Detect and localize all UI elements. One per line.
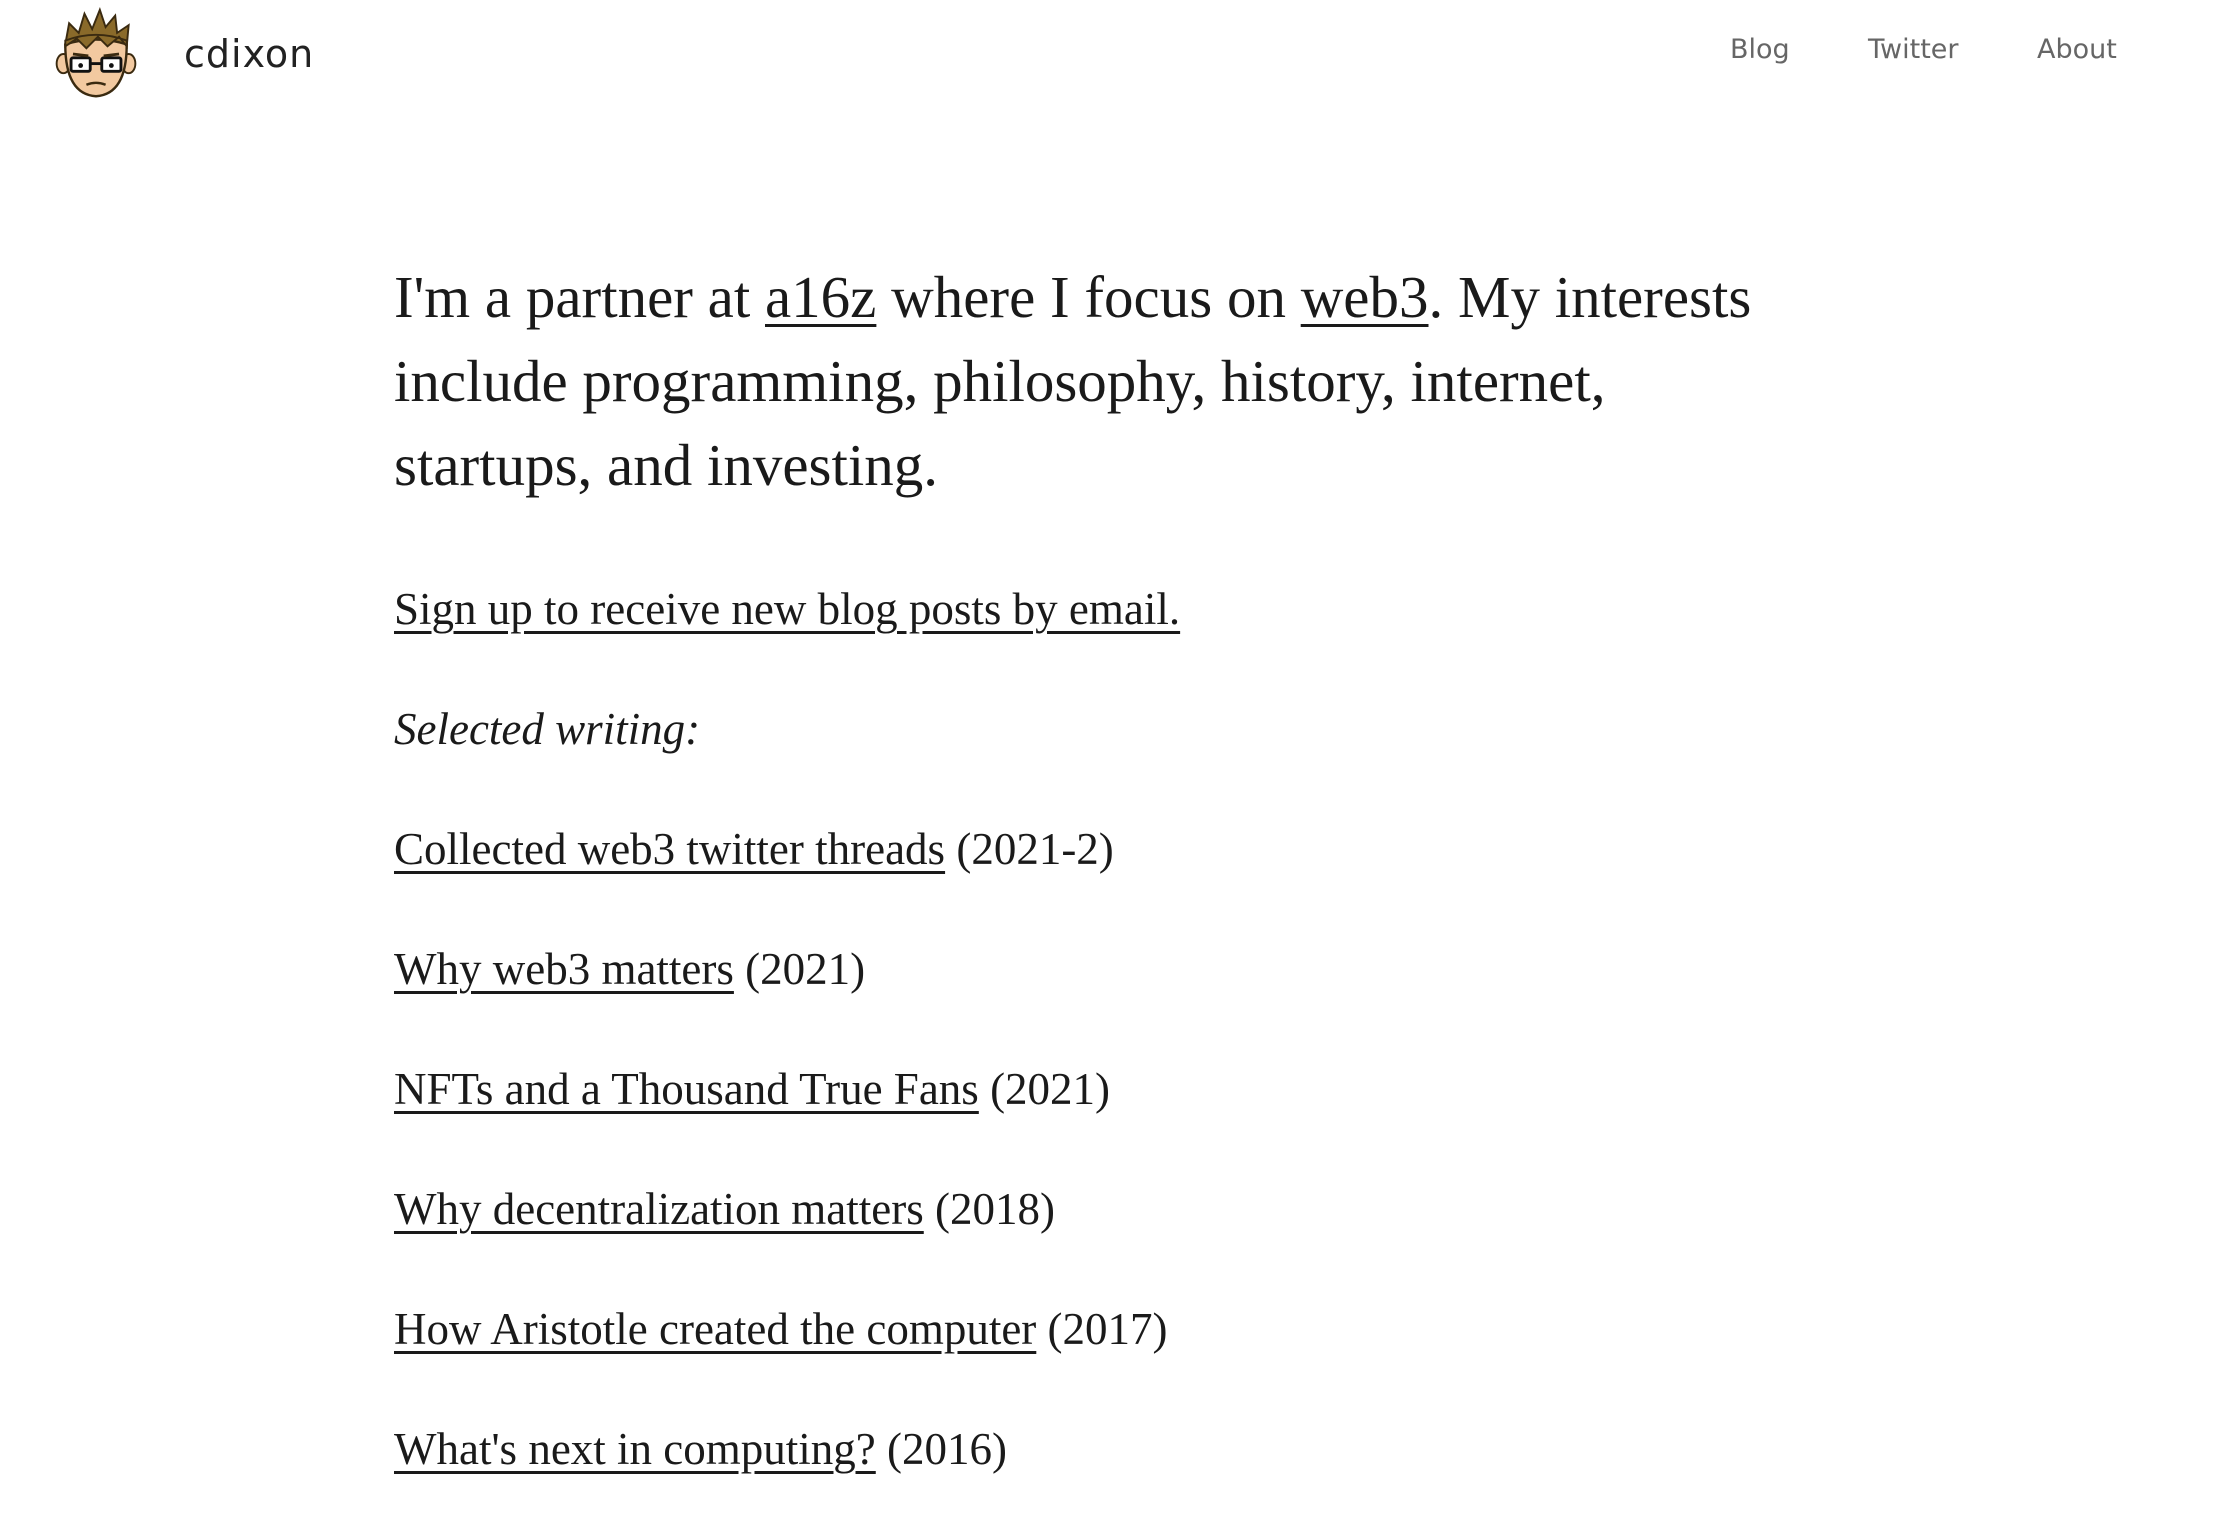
intro-text-2: where I focus on (876, 264, 1301, 330)
writing-item: What's next in computing? (2016) (394, 1419, 1794, 1479)
a16z-link[interactable]: a16z (765, 264, 876, 330)
nav-twitter-link[interactable]: Twitter (1868, 34, 1959, 65)
intro-text-1: I'm a partner at (394, 264, 765, 330)
writing-link[interactable]: How Aristotle created the computer (394, 1304, 1036, 1354)
writing-link[interactable]: Why decentralization matters (394, 1184, 924, 1234)
selected-writing-label: Selected writing: (394, 704, 701, 754)
writing-list: Collected web3 twitter threads (2021-2) … (394, 819, 1794, 1479)
top-nav: Blog Twitter About (0, 34, 2230, 78)
writing-item: Why web3 matters (2021) (394, 939, 1794, 999)
writing-item: Collected web3 twitter threads (2021-2) (394, 819, 1794, 879)
writing-year: (2018) (935, 1184, 1055, 1234)
intro-paragraph: I'm a partner at a16z where I focus on w… (394, 255, 1794, 507)
writing-year: (2017) (1047, 1304, 1168, 1354)
email-signup-link[interactable]: Sign up to receive new blog posts by ema… (394, 579, 1794, 639)
writing-year: (2021) (990, 1064, 1111, 1114)
writing-link[interactable]: NFTs and a Thousand True Fans (394, 1064, 979, 1114)
web3-link[interactable]: web3 (1301, 264, 1429, 330)
writing-item: Why decentralization matters (2018) (394, 1179, 1794, 1239)
main-content: I'm a partner at a16z where I focus on w… (394, 255, 1794, 1539)
writing-year: (2021-2) (956, 824, 1114, 874)
writing-item: How Aristotle created the computer (2017… (394, 1299, 1794, 1359)
writing-link[interactable]: Collected web3 twitter threads (394, 824, 945, 874)
writing-year: (2021) (745, 944, 866, 994)
writing-link[interactable]: What's next in computing? (394, 1424, 876, 1474)
writing-link[interactable]: Why web3 matters (394, 944, 734, 994)
nav-blog-link[interactable]: Blog (1730, 34, 1790, 65)
writing-year: (2016) (887, 1424, 1007, 1474)
writing-item: NFTs and a Thousand True Fans (2021) (394, 1059, 1794, 1119)
site-header: cdixon Blog Twitter About (0, 0, 2230, 110)
nav-about-link[interactable]: About (2037, 34, 2117, 65)
